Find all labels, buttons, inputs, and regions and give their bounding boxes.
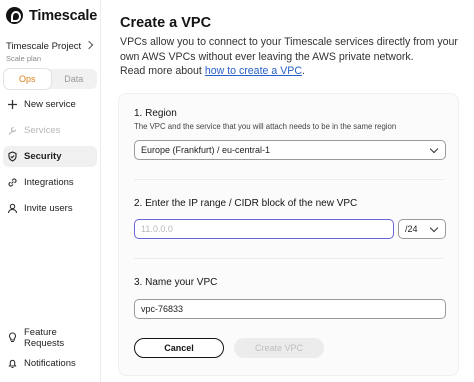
chevron-down-icon xyxy=(429,223,439,233)
sidebar-item-label: New service xyxy=(24,99,76,110)
cidr-suffix-value: /24 xyxy=(405,224,418,234)
shield-icon xyxy=(7,151,18,162)
brand-name: Timescale xyxy=(29,7,98,24)
tab-ops[interactable]: Ops xyxy=(4,69,51,89)
region-select[interactable]: Europe (Frankfurt) / eu-central-1 xyxy=(134,140,446,160)
description-text: VPCs allow you to connect to your Timesc… xyxy=(120,36,458,63)
sidebar-item-new-service[interactable]: New service xyxy=(3,94,97,115)
read-more-suffix: . xyxy=(301,65,305,77)
region-value: Europe (Frankfurt) / eu-central-1 xyxy=(141,145,271,155)
region-subtitle: The VPC and the service that you will at… xyxy=(134,122,397,131)
wrench-icon xyxy=(7,125,18,136)
tab-data[interactable]: Data xyxy=(51,69,98,89)
sidebar-item-services[interactable]: Services xyxy=(3,120,97,141)
brand-logo[interactable]: Timescale xyxy=(6,7,97,24)
sidebar-item-label: Notifications xyxy=(24,358,76,369)
bell-icon xyxy=(7,358,18,369)
divider xyxy=(134,179,443,180)
sidebar-item-label: Invite users xyxy=(24,203,73,214)
sidebar-item-label: Services xyxy=(24,125,61,136)
sidebar-item-label: Security xyxy=(24,151,62,162)
link-icon xyxy=(7,177,18,188)
sidebar-item-feature-requests[interactable]: Feature Requests xyxy=(3,326,97,349)
vpc-docs-link[interactable]: how to create a VPC xyxy=(205,65,302,77)
timescale-logo-icon xyxy=(6,7,23,24)
vpc-form-card: 1. Region The VPC and the service that y… xyxy=(118,93,459,376)
create-vpc-button[interactable]: Create VPC xyxy=(234,338,324,358)
sidebar-item-invite-users[interactable]: Invite users xyxy=(3,198,97,219)
sidebar-item-integrations[interactable]: Integrations xyxy=(3,172,97,193)
project-name: Timescale Project xyxy=(6,41,82,52)
plus-icon xyxy=(7,99,18,110)
read-more-prefix: Read more about xyxy=(120,65,205,77)
ops-data-toggle: Ops Data xyxy=(4,69,97,89)
divider xyxy=(134,258,443,259)
cidr-placeholder: 11.0.0.0 xyxy=(141,224,173,234)
name-title: 3. Name your VPC xyxy=(134,277,218,288)
cidr-title: 2. Enter the IP range / CIDR block of th… xyxy=(134,198,358,209)
user-icon xyxy=(7,203,18,214)
vpc-name-input[interactable]: vpc-76833 xyxy=(134,299,446,319)
sidebar: Timescale Timescale Project Scale plan O… xyxy=(0,0,101,382)
sidebar-item-notifications[interactable]: Notifications xyxy=(3,353,97,374)
lightbulb-icon xyxy=(7,332,18,343)
vpc-name-value: vpc-76833 xyxy=(141,304,184,314)
sidebar-item-label: Integrations xyxy=(24,177,74,188)
region-title: 1. Region xyxy=(134,108,177,119)
cidr-input[interactable]: 11.0.0.0 xyxy=(134,219,394,239)
cidr-suffix-select[interactable]: /24 xyxy=(398,219,446,239)
sidebar-item-label: Feature Requests xyxy=(24,326,65,349)
page-title: Create a VPC xyxy=(120,15,212,31)
cancel-button[interactable]: Cancel xyxy=(134,338,224,358)
sidebar-item-security[interactable]: Security xyxy=(3,146,97,167)
page-description: VPCs allow you to connect to your Timesc… xyxy=(120,35,460,79)
project-switcher[interactable]: Timescale Project Scale plan xyxy=(6,40,94,63)
project-plan: Scale plan xyxy=(6,54,42,63)
chevron-down-icon xyxy=(429,144,439,154)
